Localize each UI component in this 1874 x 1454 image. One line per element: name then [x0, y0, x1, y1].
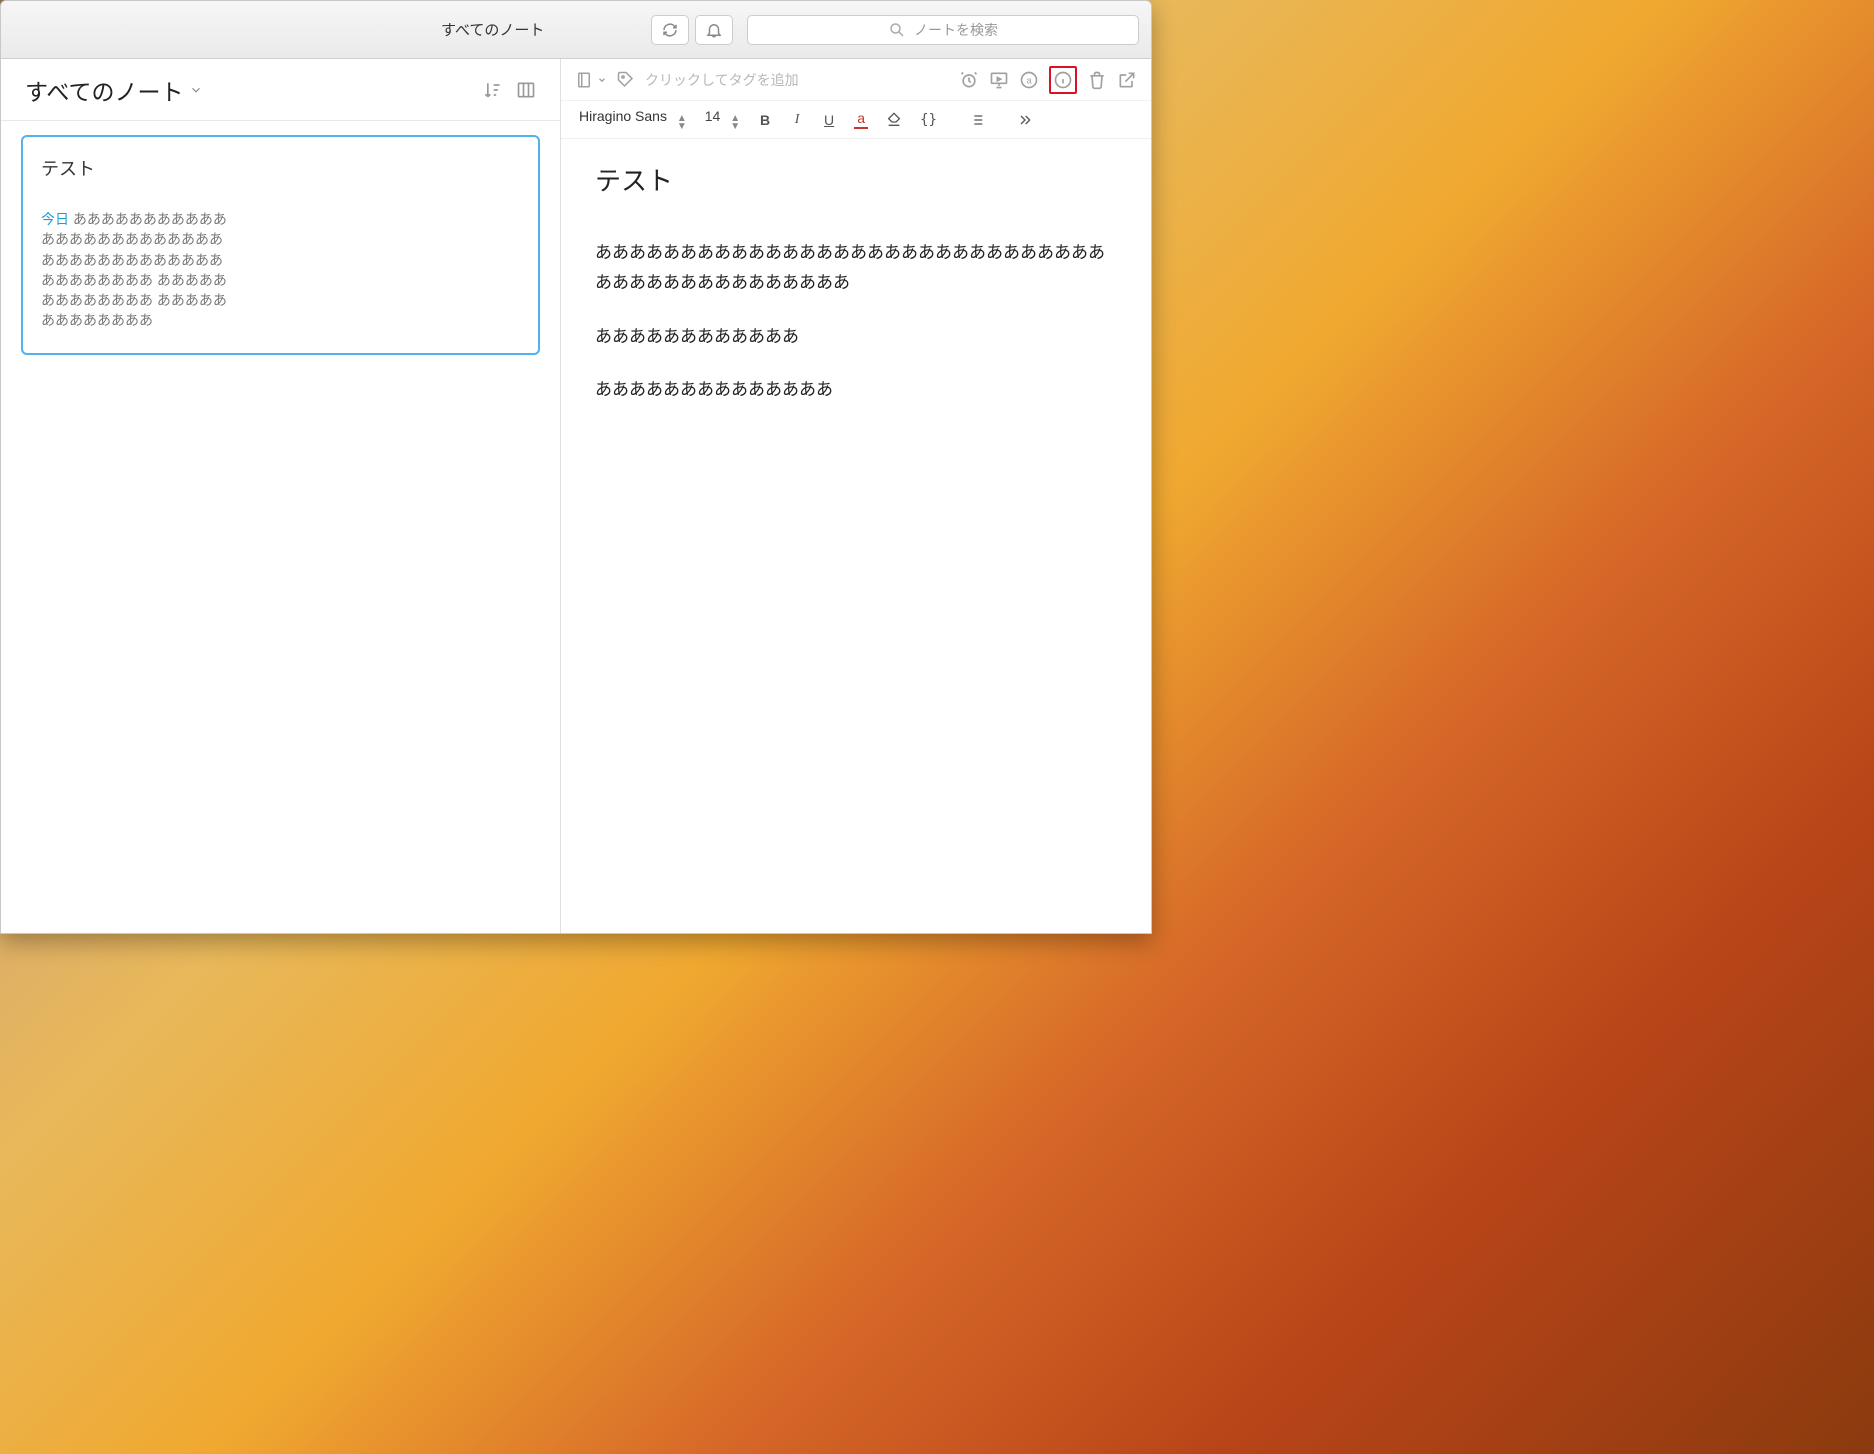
editor-meta-bar: クリックしてタグを追加 a [561, 59, 1151, 101]
share-button[interactable] [1117, 70, 1137, 90]
highlight-button[interactable] [886, 112, 902, 128]
document-title[interactable]: テスト [595, 161, 1117, 198]
tag-icon [617, 71, 635, 89]
svg-text:a: a [1026, 75, 1032, 85]
note-preview-line: ああああああああ あああああ [41, 272, 227, 288]
notebook-icon [575, 71, 593, 89]
list-header: すべてのノート [1, 59, 560, 121]
text-color-button[interactable]: a [854, 110, 868, 129]
search-placeholder: ノートを検索 [914, 20, 998, 40]
updown-icon: ▲▼ [677, 115, 687, 131]
trash-button[interactable] [1087, 70, 1107, 90]
info-button[interactable] [1049, 66, 1077, 94]
note-card-preview: 今日 あああああああああああ あああああああああああああ あああああああああああ… [41, 209, 520, 331]
window-title: すべてのノート [441, 19, 544, 40]
paragraph[interactable]: ああああああああああああああ [595, 375, 1117, 405]
tag-placeholder[interactable]: クリックしてタグを追加 [645, 70, 799, 90]
note-preview-line: あああああああああああああ [41, 231, 223, 247]
trash-icon [1087, 70, 1107, 90]
chevron-down-icon[interactable] [189, 83, 203, 97]
sync-icon [661, 21, 679, 39]
app-window: すべてのノート ノートを検索 すべてのノート [0, 0, 1152, 934]
format-bar: Hiragino Sans ▲▼ 14 ▲▼ B I U a {} [561, 101, 1151, 139]
paragraph[interactable]: ああああああああああああああああああああああああああああああああああああああああ… [595, 238, 1117, 298]
sync-button[interactable] [651, 15, 689, 45]
note-preview-line: あああああああああああああ [41, 252, 223, 268]
bold-button[interactable]: B [758, 112, 772, 128]
present-button[interactable] [989, 70, 1009, 90]
tag-button[interactable] [617, 71, 635, 89]
note-card-title: テスト [41, 155, 520, 181]
search-input[interactable]: ノートを検索 [747, 15, 1139, 45]
info-icon [1053, 70, 1073, 90]
alarm-icon [959, 70, 979, 90]
underline-button[interactable]: U [822, 112, 836, 128]
list-pane-title: すべてのノート [25, 73, 183, 107]
annotate-button[interactable]: a [1019, 70, 1039, 90]
font-family-select[interactable]: Hiragino Sans ▲▼ [579, 108, 687, 131]
highlighter-icon [886, 112, 902, 128]
view-mode-button[interactable] [516, 80, 536, 100]
list-icon [969, 112, 985, 128]
reminder-button[interactable] [959, 70, 979, 90]
search-icon [888, 21, 906, 39]
main-split: すべてのノート テスト 今日 [1, 59, 1151, 933]
chevron-down-icon[interactable] [597, 75, 607, 85]
editor-pane: クリックしてタグを追加 a [561, 59, 1151, 933]
font-size-select[interactable]: 14 ▲▼ [705, 108, 740, 131]
paragraph[interactable]: ああああああああああああ [595, 322, 1117, 352]
list-button[interactable] [969, 112, 985, 128]
note-preview-line: ああああああああ [41, 312, 153, 328]
note-preview-line: あああああああああああ [73, 211, 227, 227]
share-icon [1117, 70, 1137, 90]
document-body[interactable]: ああああああああああああああああああああああああああああああああああああああああ… [595, 238, 1117, 405]
updown-icon: ▲▼ [730, 115, 740, 131]
editor-content[interactable]: テスト ああああああああああああああああああああああああああああああああああああ… [561, 139, 1151, 933]
bell-icon [705, 21, 723, 39]
italic-button[interactable]: I [790, 112, 804, 128]
note-list-pane: すべてのノート テスト 今日 [1, 59, 561, 933]
chevron-double-right-icon [1017, 112, 1033, 128]
note-card-date: 今日 [41, 211, 69, 227]
note-card[interactable]: テスト 今日 あああああああああああ あああああああああああああ あああああああ… [21, 135, 540, 355]
notebook-button[interactable] [575, 71, 593, 89]
more-format-button[interactable] [1017, 112, 1033, 128]
code-block-button[interactable]: {} [920, 112, 937, 128]
annotate-icon: a [1019, 70, 1039, 90]
title-bar: すべてのノート ノートを検索 [1, 1, 1151, 59]
sort-button[interactable] [482, 80, 502, 100]
note-list-body: テスト 今日 あああああああああああ あああああああああああああ あああああああ… [1, 121, 560, 933]
sort-icon [482, 80, 502, 100]
notifications-button[interactable] [695, 15, 733, 45]
presentation-icon [989, 70, 1009, 90]
columns-icon [516, 80, 536, 100]
note-preview-line: ああああああああ あああああ [41, 292, 227, 308]
